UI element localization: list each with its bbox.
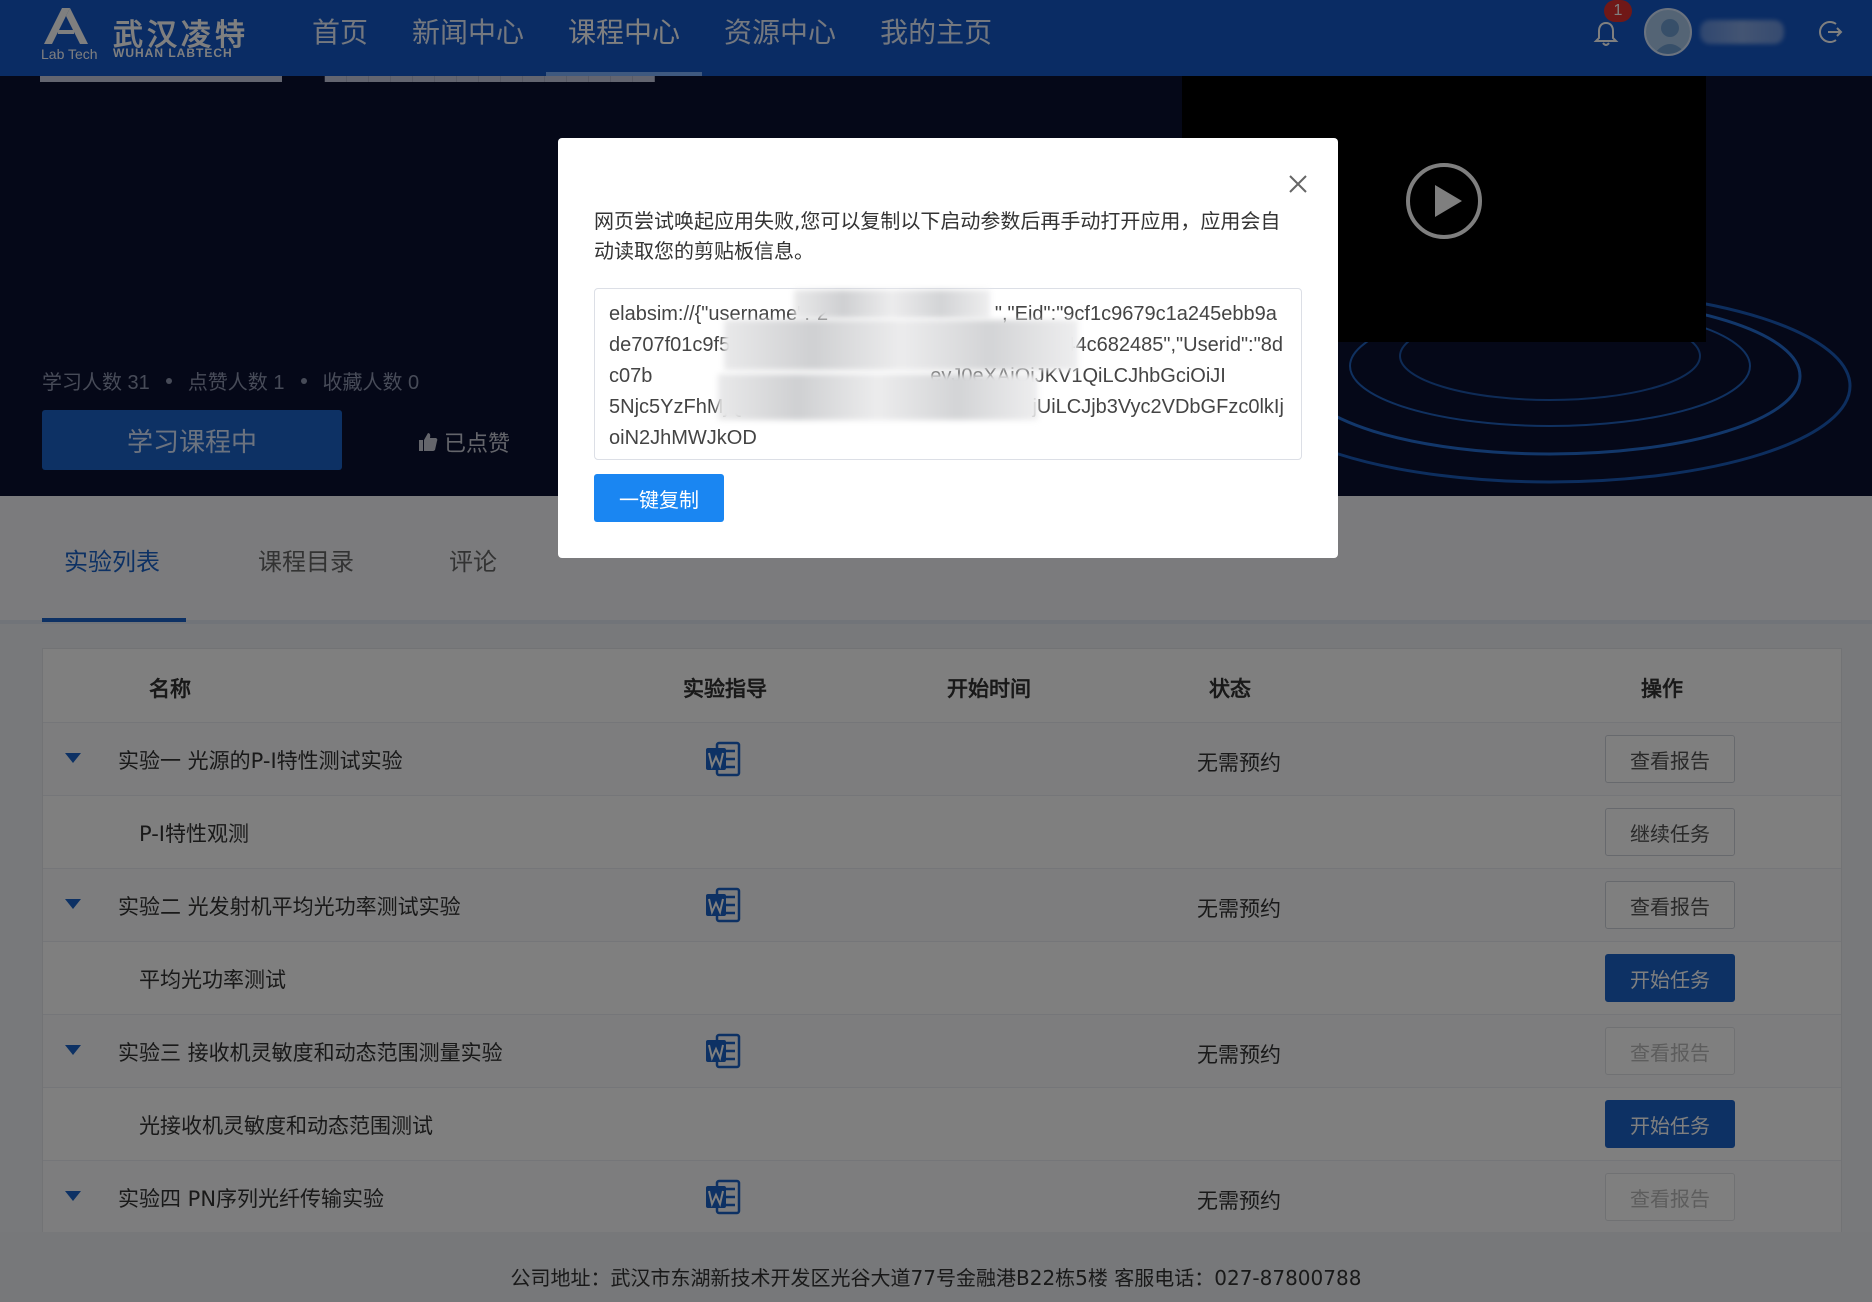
redacted-blur [718, 374, 1038, 420]
launch-app-dialog: 网页尝试唤起应用失败,您可以复制以下启动参数后再手动打开应用，应用会自动读取您的… [558, 138, 1338, 558]
redacted-blur [794, 290, 990, 318]
copy-button[interactable]: 一键复制 [594, 474, 724, 522]
close-icon[interactable] [1282, 168, 1314, 200]
dialog-message: 网页尝试唤起应用失败,您可以复制以下启动参数后再手动打开应用，应用会自动读取您的… [594, 209, 1281, 263]
redacted-blur [724, 320, 1078, 370]
